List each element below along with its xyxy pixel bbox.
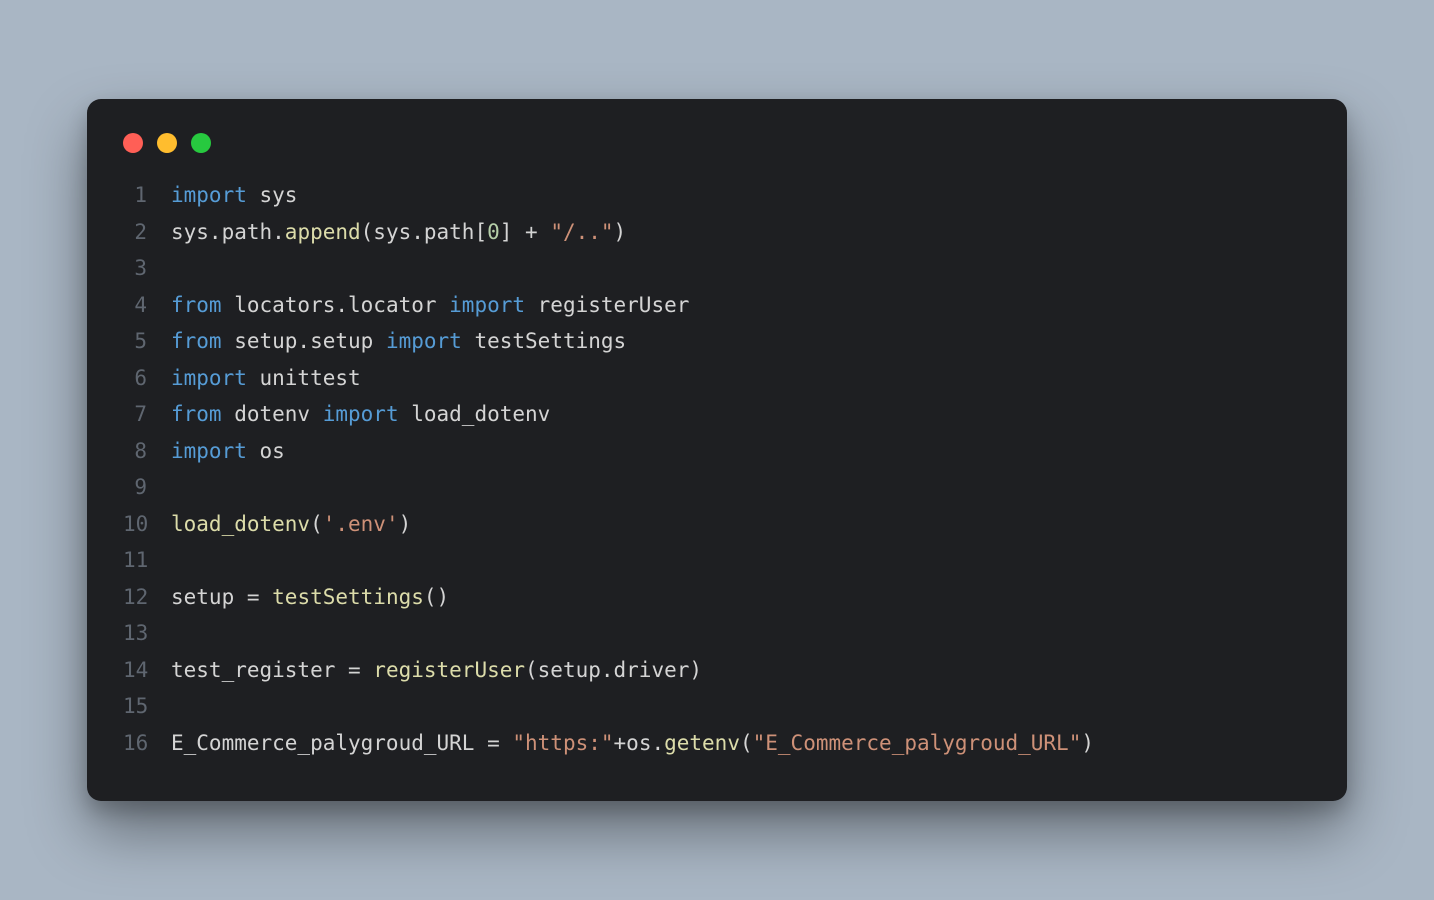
code-content: load_dotenv('.env')	[171, 506, 411, 543]
code-content: sys.path.append(sys.path[0] + "/..")	[171, 214, 626, 251]
editor-window: 1import sys2sys.path.append(sys.path[0] …	[87, 99, 1347, 801]
code-line[interactable]: 13	[123, 615, 1311, 652]
code-line[interactable]: 1import sys	[123, 177, 1311, 214]
code-line[interactable]: 4from locators.locator import registerUs…	[123, 287, 1311, 324]
code-content	[171, 469, 184, 506]
line-number: 7	[123, 396, 171, 433]
line-number: 1	[123, 177, 171, 214]
code-content: import os	[171, 433, 285, 470]
line-number: 16	[123, 725, 171, 762]
code-line[interactable]: 9	[123, 469, 1311, 506]
code-content: from setup.setup import testSettings	[171, 323, 626, 360]
code-line[interactable]: 12setup = testSettings()	[123, 579, 1311, 616]
line-number: 13	[123, 615, 171, 652]
code-line[interactable]: 6import unittest	[123, 360, 1311, 397]
code-content	[171, 542, 184, 579]
code-line[interactable]: 7from dotenv import load_dotenv	[123, 396, 1311, 433]
code-content: import sys	[171, 177, 297, 214]
line-number: 14	[123, 652, 171, 689]
line-number: 6	[123, 360, 171, 397]
code-content: setup = testSettings()	[171, 579, 449, 616]
code-content: E_Commerce_palygroud_URL = "https:"+os.g…	[171, 725, 1094, 762]
code-line[interactable]: 2sys.path.append(sys.path[0] + "/..")	[123, 214, 1311, 251]
line-number: 15	[123, 688, 171, 725]
line-number: 4	[123, 287, 171, 324]
code-content: test_register = registerUser(setup.drive…	[171, 652, 702, 689]
close-icon[interactable]	[123, 133, 143, 153]
maximize-icon[interactable]	[191, 133, 211, 153]
code-line[interactable]: 16E_Commerce_palygroud_URL = "https:"+os…	[123, 725, 1311, 762]
code-line[interactable]: 11	[123, 542, 1311, 579]
line-number: 9	[123, 469, 171, 506]
window-titlebar	[123, 127, 1311, 177]
code-line[interactable]: 10load_dotenv('.env')	[123, 506, 1311, 543]
minimize-icon[interactable]	[157, 133, 177, 153]
code-content	[171, 688, 184, 725]
code-line[interactable]: 3	[123, 250, 1311, 287]
code-line[interactable]: 5from setup.setup import testSettings	[123, 323, 1311, 360]
line-number: 8	[123, 433, 171, 470]
code-line[interactable]: 15	[123, 688, 1311, 725]
line-number: 2	[123, 214, 171, 251]
code-content	[171, 250, 184, 287]
code-line[interactable]: 8import os	[123, 433, 1311, 470]
line-number: 12	[123, 579, 171, 616]
code-area[interactable]: 1import sys2sys.path.append(sys.path[0] …	[123, 177, 1311, 761]
line-number: 5	[123, 323, 171, 360]
code-line[interactable]: 14test_register = registerUser(setup.dri…	[123, 652, 1311, 689]
code-content	[171, 615, 184, 652]
code-content: from dotenv import load_dotenv	[171, 396, 550, 433]
code-content: import unittest	[171, 360, 361, 397]
line-number: 11	[123, 542, 171, 579]
line-number: 10	[123, 506, 171, 543]
code-content: from locators.locator import registerUse…	[171, 287, 689, 324]
line-number: 3	[123, 250, 171, 287]
